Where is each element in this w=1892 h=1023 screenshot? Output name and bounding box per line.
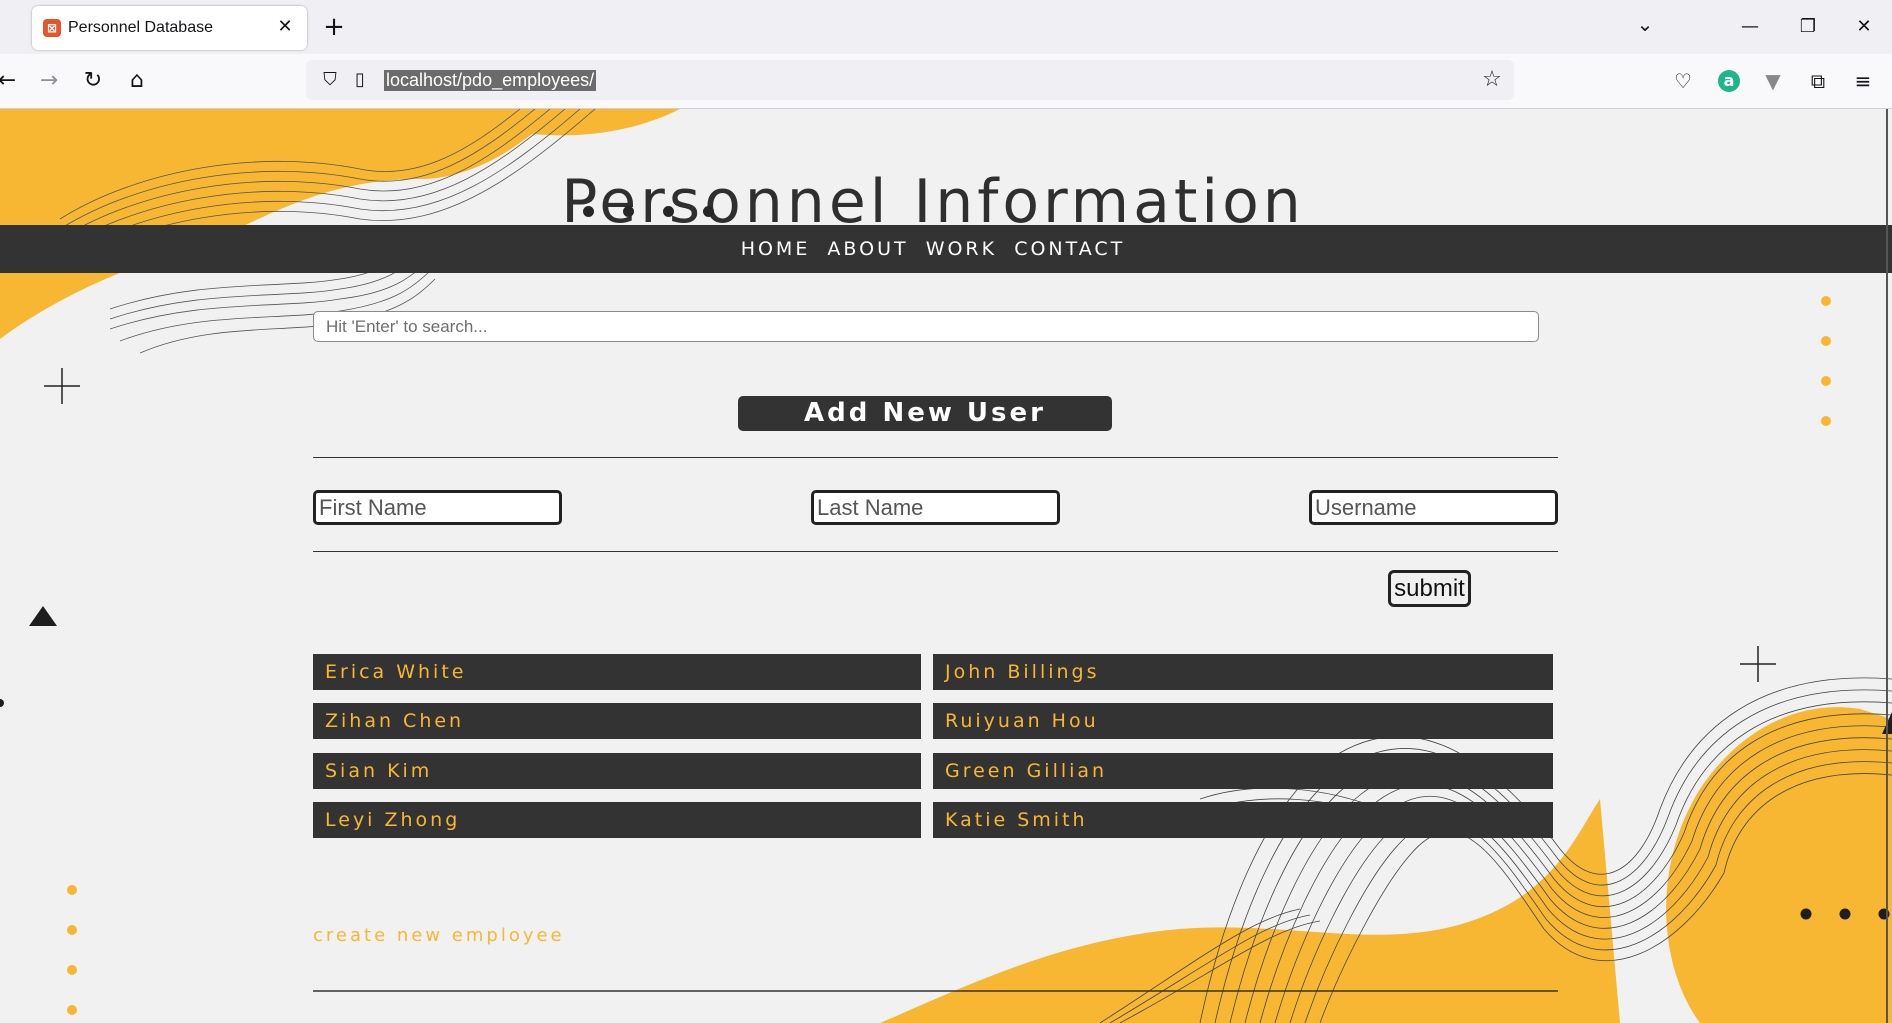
minimize-icon[interactable]: — (1730, 12, 1770, 42)
page-icon[interactable]: ▯ (348, 68, 372, 92)
window-close-icon[interactable]: ✕ (1844, 12, 1884, 42)
first-name-field[interactable] (313, 490, 562, 525)
employee-item[interactable]: Zihan Chen (313, 703, 921, 739)
main-nav: HOME ABOUT WORK CONTACT (0, 225, 1892, 273)
xampp-favicon-icon: ⊠ (43, 19, 61, 37)
new-tab-button[interactable]: + (318, 10, 350, 44)
add-user-heading: Add New User (738, 396, 1112, 431)
employee-item[interactable]: Sian Kim (313, 753, 921, 789)
restore-icon[interactable]: ❐ (1788, 12, 1828, 42)
page-scrollbar[interactable] (1886, 109, 1888, 1023)
page-content: Personnel Information HOME ABOUT WORK CO… (0, 109, 1892, 1023)
star-icon[interactable]: ☆ (1478, 66, 1506, 94)
employee-item[interactable]: Katie Smith (933, 802, 1553, 838)
extensions-icon[interactable]: ⧉ (1803, 66, 1833, 96)
list-tabs-icon[interactable]: ⌄ (1630, 12, 1660, 42)
employee-item[interactable]: Leyi Zhong (313, 802, 921, 838)
home-icon[interactable]: ⌂ (122, 66, 152, 96)
employee-item[interactable]: Erica White (313, 654, 921, 690)
search-input[interactable] (313, 311, 1539, 342)
back-icon[interactable]: ← (0, 66, 22, 96)
form-top-divider (313, 457, 1558, 458)
extension-a-icon[interactable]: a (1718, 70, 1740, 92)
tab-title: Personnel Database (68, 19, 213, 36)
employee-item[interactable]: Ruiyuan Hou (933, 703, 1553, 739)
create-employee-link[interactable]: create new employee (313, 925, 565, 946)
username-field[interactable] (1309, 490, 1558, 525)
nav-item-work[interactable]: WORK (926, 238, 997, 260)
vpn-icon[interactable]: ▼ (1758, 66, 1788, 96)
forward-icon[interactable]: → (34, 66, 64, 96)
menu-icon[interactable]: ≡ (1848, 66, 1878, 96)
browser-tab-bar: ⊠ Personnel Database ✕ + ⌄ — ❐ ✕ (0, 0, 1892, 54)
url-text[interactable]: localhost/pdo_employees/ (384, 70, 597, 91)
shield-icon[interactable]: ⛉ (318, 68, 342, 92)
employee-item[interactable]: Green Gillian (933, 753, 1553, 789)
browser-toolbar: ← → ↻ ⌂ ⛉ ▯ localhost/pdo_employees/ ☆ ♡… (0, 54, 1892, 109)
reload-icon[interactable]: ↻ (78, 66, 108, 96)
form-bottom-divider (313, 551, 1558, 552)
nav-item-home[interactable]: HOME (741, 238, 811, 260)
pocket-icon[interactable]: ♡ (1668, 66, 1698, 96)
nav-item-contact[interactable]: CONTACT (1014, 238, 1125, 260)
tab-close-icon[interactable]: ✕ (271, 13, 299, 41)
url-bar[interactable]: ⛉ ▯ localhost/pdo_employees/ ☆ (306, 60, 1514, 100)
employee-item[interactable]: John Billings (933, 654, 1553, 690)
last-name-field[interactable] (811, 490, 1060, 525)
nav-item-about[interactable]: ABOUT (827, 238, 908, 260)
submit-button[interactable]: submit (1388, 570, 1471, 607)
browser-tab[interactable]: ⊠ Personnel Database ✕ (32, 6, 307, 50)
